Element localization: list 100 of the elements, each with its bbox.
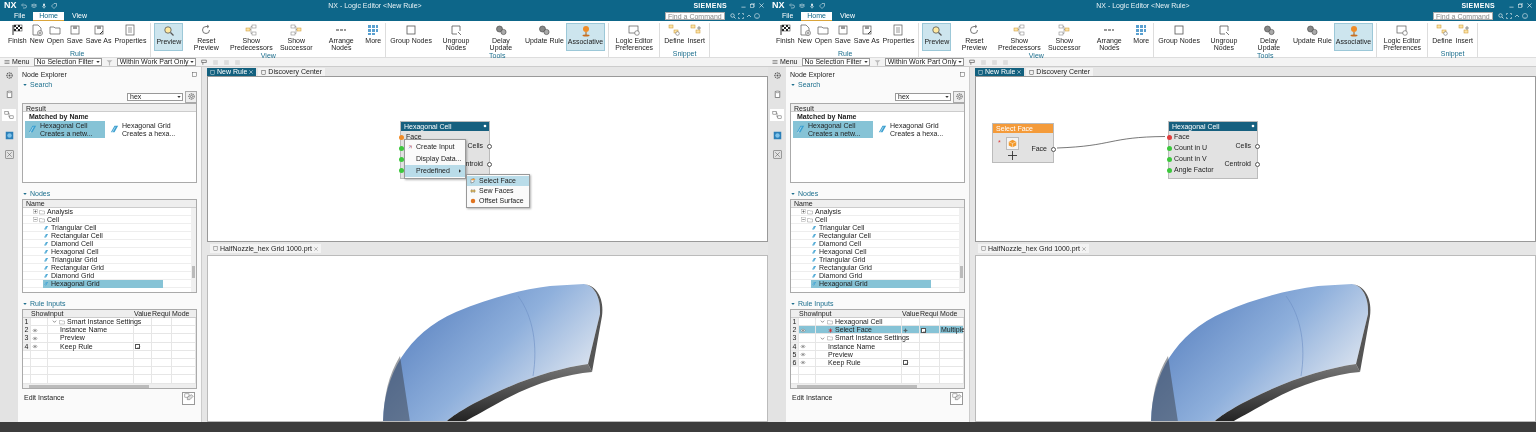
node-icon	[877, 124, 888, 135]
edit-icon	[951, 393, 962, 403]
refresh-icon	[200, 24, 213, 36]
node-tree-icon[interactable]	[2, 109, 16, 121]
settings-button[interactable]	[953, 90, 965, 103]
cursor-icon	[1008, 151, 1017, 160]
insert-icon	[690, 24, 703, 36]
port-ring[interactable]	[1050, 147, 1056, 152]
face-select-button[interactable]	[1006, 137, 1019, 150]
eye-icon[interactable]	[800, 360, 806, 366]
node-tree-icon[interactable]	[770, 109, 784, 121]
port-ring[interactable]	[486, 144, 492, 149]
checkbox[interactable]	[135, 343, 140, 349]
magnifier-icon	[162, 25, 175, 37]
pin-icon	[483, 124, 487, 128]
port-ring[interactable]	[1254, 144, 1260, 149]
eye-icon[interactable]	[800, 343, 806, 349]
tag-icon[interactable]	[50, 2, 57, 9]
collapse-icon[interactable]	[23, 192, 27, 196]
part-icon[interactable]	[772, 90, 782, 99]
expand-icon[interactable]	[33, 209, 38, 214]
undo-icon[interactable]	[20, 2, 27, 9]
port-dot[interactable]	[1166, 146, 1172, 151]
define-icon	[668, 24, 681, 36]
collapse-icon[interactable]	[801, 217, 806, 222]
port-dot[interactable]	[1166, 168, 1172, 173]
maximize-icon[interactable]	[192, 72, 197, 77]
folder-icon	[827, 318, 833, 325]
help-icon[interactable]	[754, 13, 760, 19]
eye-icon[interactable]	[32, 335, 38, 341]
close-icon[interactable]	[313, 246, 318, 251]
restore-icon[interactable]	[1518, 3, 1523, 8]
save-icon	[836, 24, 849, 36]
collapse-icon[interactable]	[791, 83, 795, 87]
group-icon	[405, 24, 418, 36]
crosshair-icon[interactable]	[903, 327, 908, 333]
pin-icon	[1251, 124, 1255, 128]
eye-icon[interactable]	[32, 327, 38, 333]
selection-icon[interactable]	[968, 58, 977, 66]
caret-down-icon	[177, 94, 181, 99]
fullscreen-icon[interactable]	[738, 13, 744, 19]
tag-icon[interactable]	[818, 2, 825, 9]
face-icon	[470, 178, 476, 184]
eye-icon[interactable]	[800, 352, 806, 358]
collapse-icon[interactable]	[33, 217, 38, 222]
close-icon[interactable]	[1081, 246, 1086, 251]
port-ring[interactable]	[486, 162, 492, 167]
edit-instance-button[interactable]	[182, 391, 195, 405]
collapse-icon[interactable]	[791, 302, 795, 306]
collapse-icon[interactable]	[820, 335, 825, 341]
eye-icon[interactable]	[32, 343, 38, 349]
maximize-icon[interactable]	[960, 72, 965, 77]
port-dot[interactable]	[398, 157, 404, 162]
search-icon[interactable]	[1498, 13, 1504, 19]
port-dot[interactable]	[398, 168, 404, 173]
port-dot[interactable]	[1166, 157, 1172, 162]
predecessor-icon	[1013, 24, 1026, 36]
app-logo: NX	[4, 0, 17, 11]
port-dot[interactable]	[398, 146, 404, 151]
layers-icon[interactable]	[30, 2, 37, 9]
fullscreen-icon[interactable]	[1506, 13, 1512, 19]
node-icon	[27, 124, 38, 135]
checkbox[interactable]	[903, 360, 908, 366]
network-icon[interactable]	[772, 150, 782, 159]
gear-icon[interactable]	[4, 71, 14, 80]
port-dot[interactable]	[1166, 135, 1172, 140]
undo-icon[interactable]	[788, 2, 795, 9]
part-icon[interactable]	[4, 90, 14, 99]
search-icon[interactable]	[730, 13, 736, 19]
model-icon[interactable]	[4, 131, 14, 140]
collapse-icon[interactable]	[52, 319, 57, 325]
selection-icon[interactable]	[200, 58, 209, 66]
caret-up-icon[interactable]	[746, 13, 752, 19]
port-ring[interactable]	[1254, 162, 1260, 167]
gears-icon	[1306, 24, 1319, 36]
microphone-icon[interactable]	[808, 2, 815, 9]
caret-up-icon[interactable]	[1514, 13, 1520, 19]
checkbox[interactable]	[921, 327, 926, 333]
edit-instance-button[interactable]	[950, 391, 963, 405]
model-icon[interactable]	[772, 131, 782, 140]
network-icon[interactable]	[4, 150, 14, 159]
collapse-icon[interactable]	[23, 302, 27, 306]
collapse-icon[interactable]	[820, 319, 825, 325]
sphere-icon	[470, 198, 476, 204]
microphone-icon[interactable]	[40, 2, 47, 9]
layers-icon[interactable]	[798, 2, 805, 9]
settings-button[interactable]	[185, 90, 197, 103]
document-icon	[261, 69, 267, 75]
check-icon	[136, 344, 141, 350]
expand-icon[interactable]	[801, 209, 806, 214]
folder-icon	[59, 318, 65, 325]
help-icon[interactable]	[1522, 13, 1528, 19]
ungroup-icon	[449, 24, 462, 36]
collapse-icon[interactable]	[791, 192, 795, 196]
collapse-icon[interactable]	[23, 83, 27, 87]
restore-icon[interactable]	[750, 3, 755, 8]
port-dot[interactable]	[398, 135, 404, 140]
eye-icon[interactable]	[800, 327, 806, 333]
gear-icon[interactable]	[772, 71, 782, 80]
caret-down-icon	[190, 60, 195, 64]
